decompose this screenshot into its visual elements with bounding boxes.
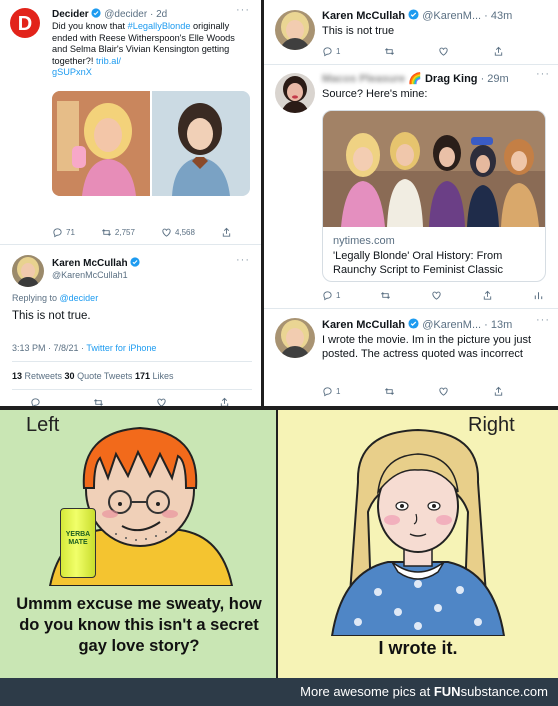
tweet-author[interactable]: Karen McCullah	[322, 10, 405, 22]
reply-button[interactable]: 1	[322, 46, 340, 57]
heart-icon[interactable]	[438, 386, 449, 397]
retweet-button[interactable]: 2,757	[101, 227, 135, 238]
tweet-actions: 71 2,757 4,568	[52, 227, 232, 238]
divider	[264, 308, 558, 309]
verified-icon	[408, 9, 419, 20]
retweet-icon	[101, 229, 111, 236]
tweet3-actions: 1	[322, 386, 504, 397]
wojak-right-drawing	[330, 428, 506, 636]
tweet3-text: I wrote the movie. Im in the picture you…	[322, 334, 532, 360]
meme-right-caption: I wrote it.	[378, 638, 458, 658]
decider-avatar[interactable]: D	[10, 8, 40, 38]
divider	[12, 361, 252, 362]
reply-text: This is not true.	[12, 310, 91, 322]
meme-left-panel: Left YERBA MATE Ummm excuse me sweaty, h…	[0, 410, 278, 678]
retweet-icon[interactable]	[380, 290, 391, 301]
tweet1-actions: 1	[322, 46, 504, 57]
analytics-icon[interactable]	[533, 290, 544, 301]
hashtag-link[interactable]: #LegallyBlonde	[128, 21, 191, 31]
reply-icon	[323, 47, 332, 57]
divider	[264, 64, 558, 65]
can-brand: YERBA MATE	[65, 531, 91, 546]
reply-meta: 3:13 PM · 7/8/21 · Twitter for iPhone	[12, 343, 157, 353]
right-twitter-panel: Karen McCullah @KarenM... · 43m This is …	[264, 0, 558, 408]
footer-brand[interactable]: FUNsubstance.com	[434, 684, 548, 699]
replying-to: Replying to @decider	[12, 293, 99, 303]
like-button[interactable]: 4,568	[161, 227, 195, 238]
engagement-stats: 13 Retweets 30 Quote Tweets 171 Likes	[12, 371, 174, 381]
tweet1-header: Karen McCullah @KarenM... · 43m	[322, 9, 513, 22]
card-domain: nytimes.com	[333, 235, 395, 247]
reply-icon	[323, 291, 332, 301]
retweet-icon[interactable]	[384, 46, 395, 57]
client-link[interactable]: Twitter for iPhone	[86, 343, 156, 353]
reply-button[interactable]: 71	[52, 227, 75, 238]
svg-text:D: D	[18, 13, 32, 35]
tweet-author[interactable]: Karen McCullah	[322, 319, 405, 331]
verified-icon	[408, 318, 419, 329]
heart-icon	[162, 228, 171, 237]
reply-handle: @KarenMcCullah1	[52, 270, 128, 280]
tweet3-header: Karen McCullah @KarenM... · 13m	[322, 318, 513, 331]
divider	[12, 389, 252, 390]
decider-header: Decider @decider · 2d	[52, 8, 167, 20]
more-options-icon[interactable]: ···	[236, 4, 250, 16]
tweet-author[interactable]: Decider	[52, 9, 89, 20]
footer-text: More awesome pics at FUNsubstance.com	[300, 684, 548, 699]
movie-stills-image	[52, 91, 250, 196]
tweet2-text: Source? Here's mine:	[322, 88, 428, 100]
meme-right-panel: Right I wrote it.	[278, 410, 558, 678]
more-options-icon[interactable]: ···	[536, 314, 550, 326]
watermark-footer: More awesome pics at FUNsubstance.com	[0, 678, 558, 706]
card-title: 'Legally Blonde' Oral History: From Raun…	[333, 250, 503, 276]
karen-avatar[interactable]	[275, 318, 315, 358]
more-options-icon[interactable]: ···	[236, 254, 250, 266]
divider	[0, 244, 261, 245]
decider-logo-icon: D	[18, 13, 32, 35]
reply-icon	[323, 387, 332, 397]
reply-button[interactable]: 1	[322, 386, 340, 397]
share-icon[interactable]	[493, 386, 504, 397]
karen-header: Karen McCullah	[52, 257, 140, 269]
karen-avatar[interactable]	[275, 10, 315, 50]
karen-photo	[275, 318, 315, 358]
heart-icon[interactable]	[438, 46, 449, 57]
replying-to-link[interactable]: @decider	[60, 293, 99, 303]
link-card[interactable]: nytimes.com 'Legally Blonde' Oral Histor…	[322, 110, 546, 282]
meme-left-caption: Ummm excuse me sweaty, how do you know t…	[16, 595, 262, 655]
tweet2-actions: 1	[322, 290, 544, 301]
share-icon[interactable]	[493, 46, 504, 57]
karen-photo	[12, 255, 44, 287]
verified-icon	[91, 8, 102, 18]
blurred-author-name[interactable]: Macos Pleasure	[322, 73, 405, 85]
author-tag[interactable]: 🌈 Drag King	[408, 73, 477, 85]
reply-icon	[53, 228, 62, 238]
tweet2-header: Macos Pleasure 🌈 Drag King · 29m	[322, 73, 509, 85]
reply-author[interactable]: Karen McCullah	[52, 258, 128, 269]
decider-tweet-text: Did you know that #LegallyBlonde origina…	[52, 21, 235, 78]
reply-button[interactable]: 1	[322, 290, 340, 301]
cast-photo-image	[323, 111, 545, 227]
karen-photo	[275, 10, 315, 50]
tweet-media[interactable]	[52, 91, 250, 196]
share-icon[interactable]	[482, 290, 493, 301]
drag-king-avatar[interactable]	[275, 73, 315, 113]
retweet-icon[interactable]	[384, 386, 395, 397]
heart-icon[interactable]	[431, 290, 442, 301]
share-icon	[222, 227, 231, 237]
tweet-handle-time: @decider · 2d	[104, 9, 168, 20]
karen-avatar[interactable]	[12, 255, 44, 287]
share-button[interactable]	[221, 227, 232, 238]
verified-icon	[130, 257, 140, 267]
more-options-icon[interactable]: ···	[536, 68, 550, 80]
tweet1-text: This is not true	[322, 25, 395, 37]
left-twitter-panel: D Decider @decider · 2d ··· Did you know…	[0, 0, 261, 408]
yerba-mate-can: YERBA MATE	[60, 508, 96, 578]
drag-king-photo	[275, 73, 315, 113]
